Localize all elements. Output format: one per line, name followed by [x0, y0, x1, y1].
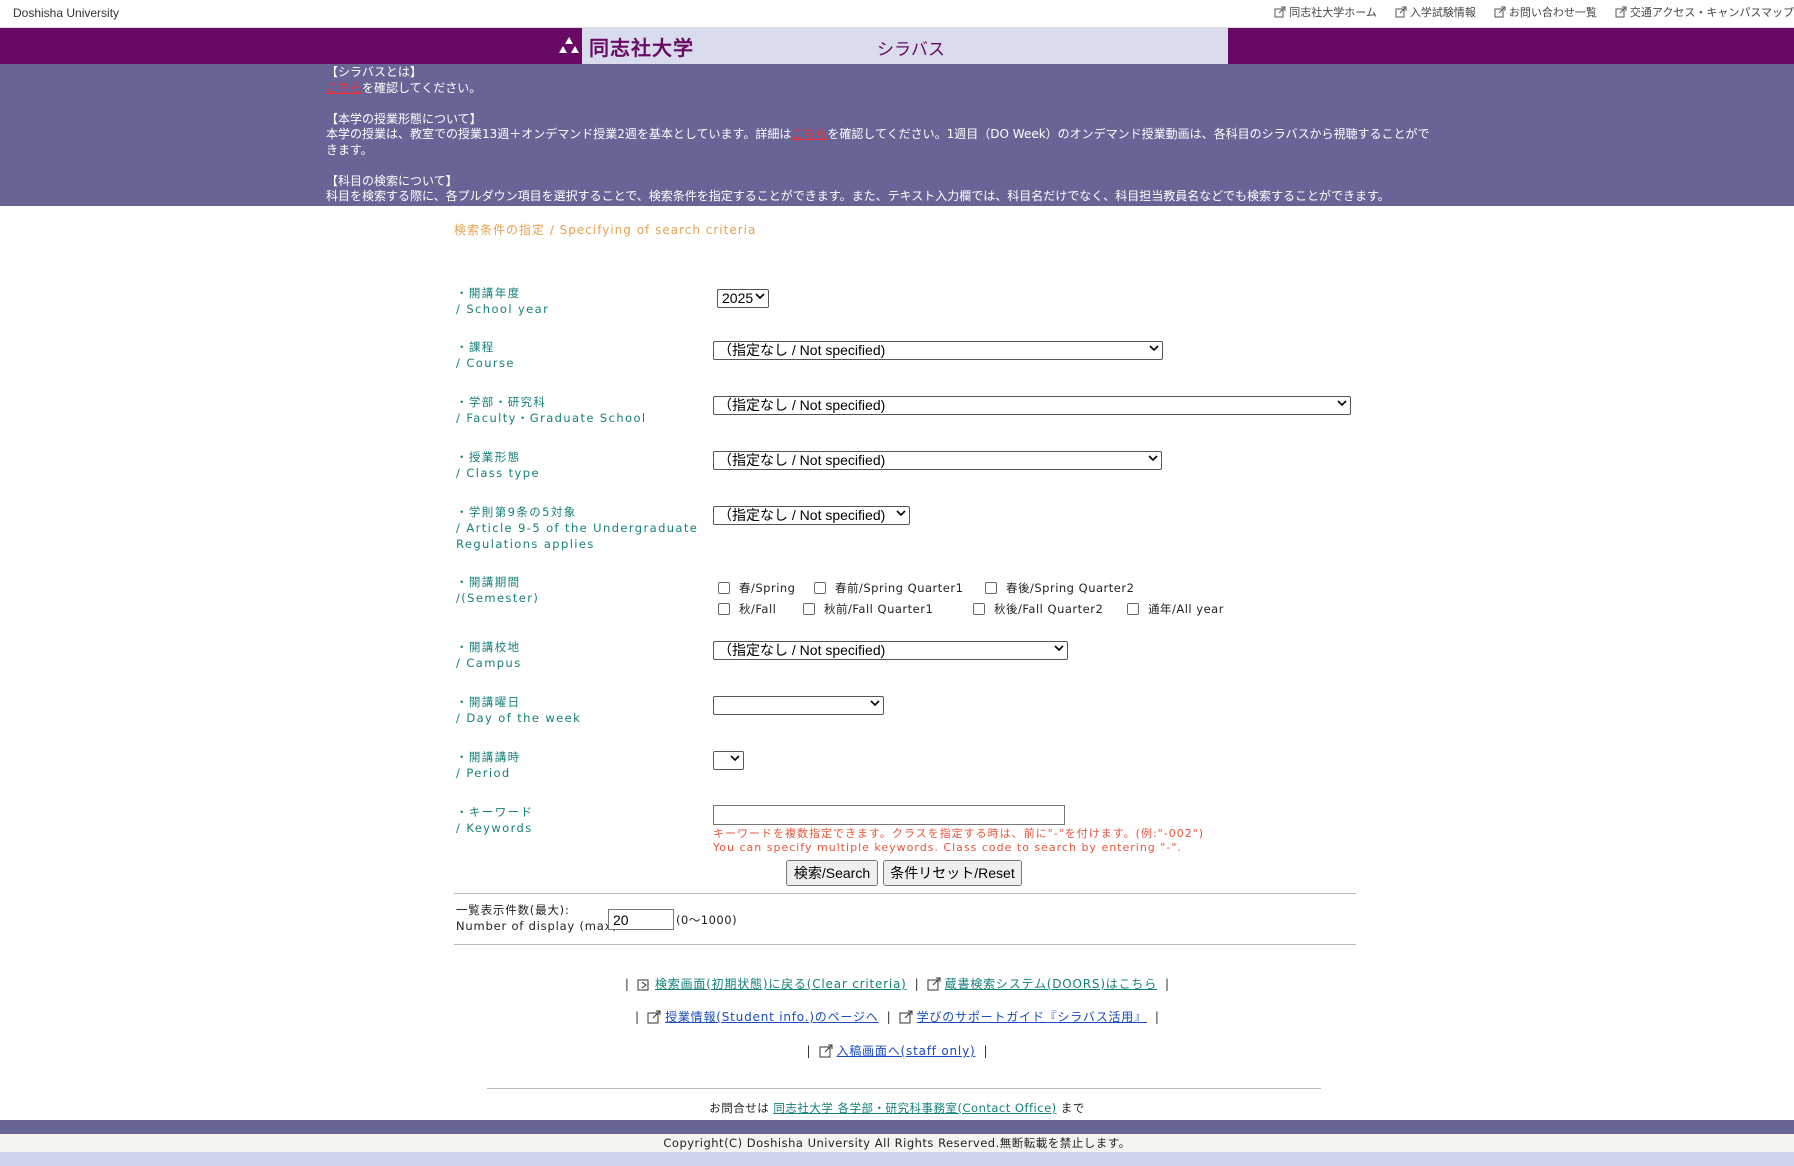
format-heading: 【本学の授業形態について】 [326, 111, 482, 126]
year-select[interactable]: 2025 [717, 288, 769, 308]
external-link-icon [927, 977, 941, 991]
link-row-2: | 授業情報(Student info.)のページへ | 学びのサポートガイド『… [635, 1008, 1159, 1025]
page-title: シラバス [877, 40, 945, 60]
campus-select[interactable]: （指定なし / Not specified) [713, 640, 1068, 660]
about-heading: 【シラバスとは】 [326, 65, 422, 79]
copyright: Copyright(C) Doshisha University All Rig… [0, 1134, 1794, 1152]
external-link-icon [637, 977, 651, 991]
keyword-note-en: You can specify multiple keywords. Class… [713, 841, 1182, 854]
display-count-range: (0〜1000) [676, 913, 738, 927]
search-description: 科目を検索する際に、各プルダウン項目を選択することで、検索条件を指定することがで… [326, 189, 1390, 203]
university-emblem-icon[interactable] [555, 28, 582, 64]
top-link-contacts[interactable]: お問い合わせ一覧 [1485, 4, 1606, 20]
contact-office-link[interactable]: 同志社大学 各学部・研究科事務室(Contact Office) [773, 1101, 1056, 1115]
site-header: 同志社大学 シラバス [0, 28, 1794, 64]
semester-checkbox-spring-q2[interactable]: 春後/Spring Quarter2 [985, 580, 1134, 596]
day-label: ・開講曜日 / Day of the week [456, 695, 582, 725]
info-panel: 【シラバスとは】 こちらを確認してください。 【本学の授業形態について】 本学の… [0, 64, 1794, 206]
footer-bottom [0, 1152, 1794, 1166]
top-link-access[interactable]: 交通アクセス・キャンパスマップ [1606, 4, 1794, 20]
divider [487, 1088, 1321, 1089]
semester-checkbox-fall-q1[interactable]: 秋前/Fall Quarter1 [803, 601, 933, 617]
brand-text: Doshisha University [13, 6, 120, 20]
keyword-input[interactable] [713, 805, 1065, 825]
faculty-label: ・学部・研究科 / Faculty・Graduate School [456, 395, 647, 425]
top-link-label: 交通アクセス・キャンパスマップ [1629, 6, 1794, 19]
external-link-icon [1395, 6, 1407, 18]
format-line-2: きます。 [326, 142, 373, 157]
campus-label: ・開講校地 / Campus [456, 640, 522, 670]
section-title: 検索条件の指定 / Specifying of search criteria [454, 223, 757, 237]
period-label: ・開講講時 / Period [456, 750, 521, 780]
student-info-link[interactable]: 授業情報(Student info.)のページへ [647, 1008, 879, 1025]
top-link-admissions[interactable]: 入学試験情報 [1386, 4, 1485, 20]
day-select[interactable] [713, 695, 884, 715]
article-select[interactable]: （指定なし / Not specified) [713, 505, 910, 525]
about-line: こちらを確認してください。 [326, 80, 482, 95]
staff-link[interactable]: 入稿画面へ(staff only) [819, 1042, 976, 1059]
top-link-label: 同志社大学ホーム [1289, 6, 1377, 19]
top-utility-bar: Doshisha University 同志社大学ホーム 入学試験情報 お問い合… [0, 0, 1794, 28]
format-link[interactable]: こちら [791, 127, 827, 141]
link-row-1: | 検索画面(初期状態)に戻る(Clear criteria) | 蔵書検索シス… [624, 975, 1170, 992]
faculty-select[interactable]: （指定なし / Not specified) [713, 395, 1351, 415]
article-label: ・学則第9条の5対象 / Article 9-5 of the Undergrad… [456, 505, 699, 551]
link-row-3: | 入稿画面へ(staff only) | [806, 1042, 988, 1059]
display-count-input[interactable] [608, 909, 674, 930]
keyword-label: ・キーワード / Keywords [456, 805, 534, 835]
semester-checkbox-fall[interactable]: 秋/Fall [718, 601, 776, 617]
top-link-label: 入学試験情報 [1409, 6, 1476, 19]
semester-checkbox-spring-q1[interactable]: 春前/Spring Quarter1 [814, 580, 963, 596]
about-link[interactable]: こちら [326, 81, 362, 95]
semester-checkbox-spring[interactable]: 春/Spring [718, 580, 796, 596]
class-type-label: ・授業形態 / Class type [456, 450, 540, 480]
doors-link[interactable]: 蔵書検索システム(DOORS)はこちら [927, 975, 1157, 992]
divider [454, 893, 1356, 894]
divider [454, 944, 1356, 945]
university-name[interactable]: 同志社大学 [589, 32, 694, 61]
period-select[interactable] [713, 750, 744, 770]
course-label: ・課程 / Course [456, 340, 515, 370]
external-link-icon [1615, 6, 1627, 18]
external-link-icon [1274, 6, 1286, 18]
class-type-select[interactable]: （指定なし / Not specified) [713, 450, 1162, 470]
footer-band [0, 1120, 1794, 1134]
external-link-icon [647, 1010, 661, 1024]
top-link-label: お問い合わせ一覧 [1508, 6, 1597, 19]
semester-label: ・開講期間/(Semester) [456, 575, 540, 605]
support-guide-link[interactable]: 学びのサポートガイド『シラバス活用』 [899, 1008, 1147, 1025]
keyword-note-ja: キーワードを複数指定できます。クラスを指定する時は、前に"-"を付けます。(例:… [713, 827, 1205, 840]
external-link-icon [819, 1044, 833, 1058]
display-count-label: 一覧表示件数(最大): Number of display (max) [456, 903, 618, 933]
course-select[interactable]: （指定なし / Not specified) [713, 340, 1163, 360]
external-link-icon [1494, 6, 1506, 18]
top-link-home[interactable]: 同志社大学ホーム [1265, 4, 1386, 20]
top-links: 同志社大学ホーム 入学試験情報 お問い合わせ一覧 交通アクセス・キャンパスマップ [1265, 4, 1794, 20]
semester-checkbox-all-year[interactable]: 通年/All year [1127, 601, 1224, 617]
external-link-icon [899, 1010, 913, 1024]
reset-button[interactable]: 条件リセット/Reset [883, 860, 1022, 886]
search-button[interactable]: 検索/Search [786, 860, 878, 886]
clear-criteria-link[interactable]: 検索画面(初期状態)に戻る(Clear criteria) [637, 975, 907, 992]
semester-checkbox-fall-q2[interactable]: 秋後/Fall Quarter2 [973, 601, 1103, 617]
search-heading: 【科目の検索について】 [326, 173, 458, 188]
contact-line: お問合せは 同志社大学 各学部・研究科事務室(Contact Office) ま… [709, 1101, 1085, 1115]
format-line: 本学の授業は、教室での授業13週＋オンデマンド授業2週を基本としています。詳細は… [326, 127, 1430, 141]
year-label: ・開講年度 / School year [456, 286, 550, 316]
